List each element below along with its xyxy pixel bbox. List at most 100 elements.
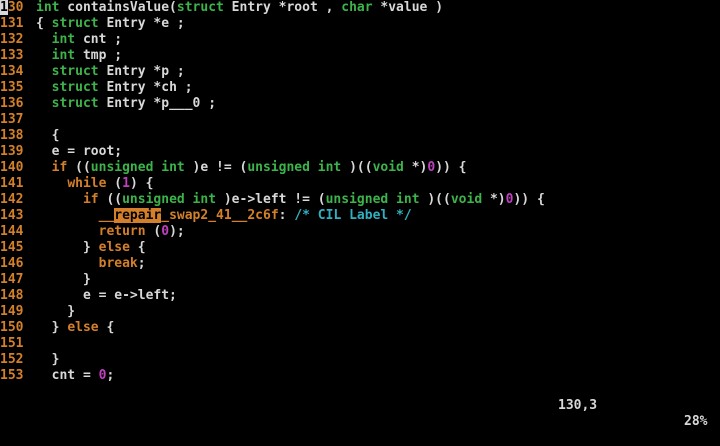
line-number: 135 (0, 80, 24, 95)
code-token-plain: cnt = (36, 368, 99, 383)
code-line[interactable]: 138 { (0, 128, 720, 144)
code-line[interactable]: 132 int cnt ; (0, 32, 720, 48)
line-number: 143 (0, 208, 24, 223)
code-token-plain: )e != ( (184, 160, 248, 175)
code-token-plain: )e->left != ( (216, 192, 326, 207)
line-number: 151 (0, 336, 24, 351)
code-token-plain: { (36, 16, 52, 31)
code-line[interactable]: 135 struct Entry *ch ; (0, 80, 720, 96)
code-token-plain: ( (106, 176, 123, 191)
line-number: 152 (0, 352, 24, 367)
code-token-plain: } (36, 240, 99, 255)
code-token-plain: *) (482, 192, 506, 207)
code-token-type: int (36, 0, 60, 15)
line-number: 132 (0, 32, 24, 47)
code-token-plain: *) (403, 160, 428, 175)
code-line[interactable]: 130 int containsValue(struct Entry *root … (0, 0, 720, 16)
code-token-keyword: if (51, 160, 68, 175)
code-token-plain: )(( (341, 160, 373, 175)
line-number: 150 (0, 320, 24, 335)
line-number: 138 (0, 128, 24, 143)
code-token-plain: { (129, 240, 146, 255)
code-line[interactable]: 143 __repair_swap2_41__2c6f: /* CIL Labe… (0, 208, 720, 224)
line-number: 142 (0, 192, 24, 207)
code-token-search: repair (114, 208, 162, 223)
line-number: 145 (0, 240, 24, 255)
code-token-plain: ; (106, 368, 115, 383)
text-cursor: 1 (0, 0, 8, 15)
code-token-type: struct (51, 16, 99, 31)
code-line[interactable]: 151 (0, 336, 720, 352)
code-line[interactable]: 149 } (0, 304, 720, 320)
line-number: 148 (0, 288, 24, 303)
code-line[interactable]: 146 break; (0, 256, 720, 272)
code-token-keyword: else (98, 240, 130, 255)
code-line[interactable]: 137 (0, 112, 720, 128)
code-line[interactable]: 139 e = root; (0, 144, 720, 160)
code-token-keyword: else (67, 320, 99, 335)
code-line[interactable]: 147 } (0, 272, 720, 288)
code-line[interactable]: 142 if ((unsigned int )e->left != (unsig… (0, 192, 720, 208)
code-line[interactable]: 144 return (0); (0, 224, 720, 240)
code-line[interactable]: 141 while (1) { (0, 176, 720, 192)
code-token-type: struct (51, 96, 99, 111)
line-number: 144 (0, 224, 24, 239)
code-token-type: unsigned int (122, 192, 217, 207)
code-token-type: unsigned int (90, 160, 185, 175)
code-token-keyword: return (98, 224, 146, 239)
code-token-type: struct (51, 64, 99, 79)
code-line[interactable]: 148 e = e->left; (0, 288, 720, 304)
code-token-label: __ (98, 208, 115, 223)
line-number: 131 (0, 16, 24, 31)
code-token-number: 1 (122, 176, 130, 191)
code-line[interactable]: 131 { struct Entry *e ; (0, 16, 720, 32)
code-token-plain: )) { (513, 192, 545, 207)
code-token-keyword: if (82, 192, 99, 207)
code-token-plain: Entry *p ; (98, 64, 185, 79)
code-token-plain: Entry *ch ; (98, 80, 193, 95)
line-number: 140 (0, 160, 24, 175)
code-line[interactable]: 136 struct Entry *p___0 ; (0, 96, 720, 112)
code-token-plain: ) { (129, 176, 154, 191)
code-token-plain: e = e->left; (36, 288, 177, 303)
code-token-plain: ( (145, 224, 162, 239)
code-line[interactable]: 133 int tmp ; (0, 48, 720, 64)
code-token-plain: *value ) (372, 0, 444, 15)
line-number: 130 (0, 0, 36, 16)
code-token-plain: : (278, 208, 295, 223)
line-number: 136 (0, 96, 24, 111)
code-line[interactable]: 140 if ((unsigned int )e != (unsigned in… (0, 160, 720, 176)
line-number: 147 (0, 272, 24, 287)
line-number: 141 (0, 176, 24, 191)
code-token-plain: )(( (419, 192, 451, 207)
code-token-plain: } (36, 272, 91, 287)
status-line: 130,3 28% (0, 382, 720, 429)
code-token-plain: containsValue( (59, 0, 177, 15)
line-number: 134 (0, 64, 24, 79)
code-token-plain: { (36, 128, 60, 143)
code-line[interactable]: 134 struct Entry *p ; (0, 64, 720, 80)
code-token-plain: } (36, 304, 76, 319)
code-token-type: int (51, 48, 76, 63)
code-token-plain: Entry *p___0 ; (98, 96, 217, 111)
line-number: 133 (0, 48, 24, 63)
code-token-type: struct (51, 80, 99, 95)
line-number: 137 (0, 112, 24, 127)
code-token-plain: (( (98, 192, 123, 207)
code-token-plain: (( (67, 160, 91, 175)
cursor-position: 130,3 (558, 398, 598, 413)
code-line[interactable]: 152 } (0, 352, 720, 368)
code-token-plain: ; (137, 256, 146, 271)
code-line[interactable]: 150 } else { (0, 320, 720, 336)
terminal-window[interactable]: 130 int containsValue(struct Entry *root … (0, 0, 720, 429)
line-number: 139 (0, 144, 24, 159)
code-line[interactable]: 145 } else { (0, 240, 720, 256)
